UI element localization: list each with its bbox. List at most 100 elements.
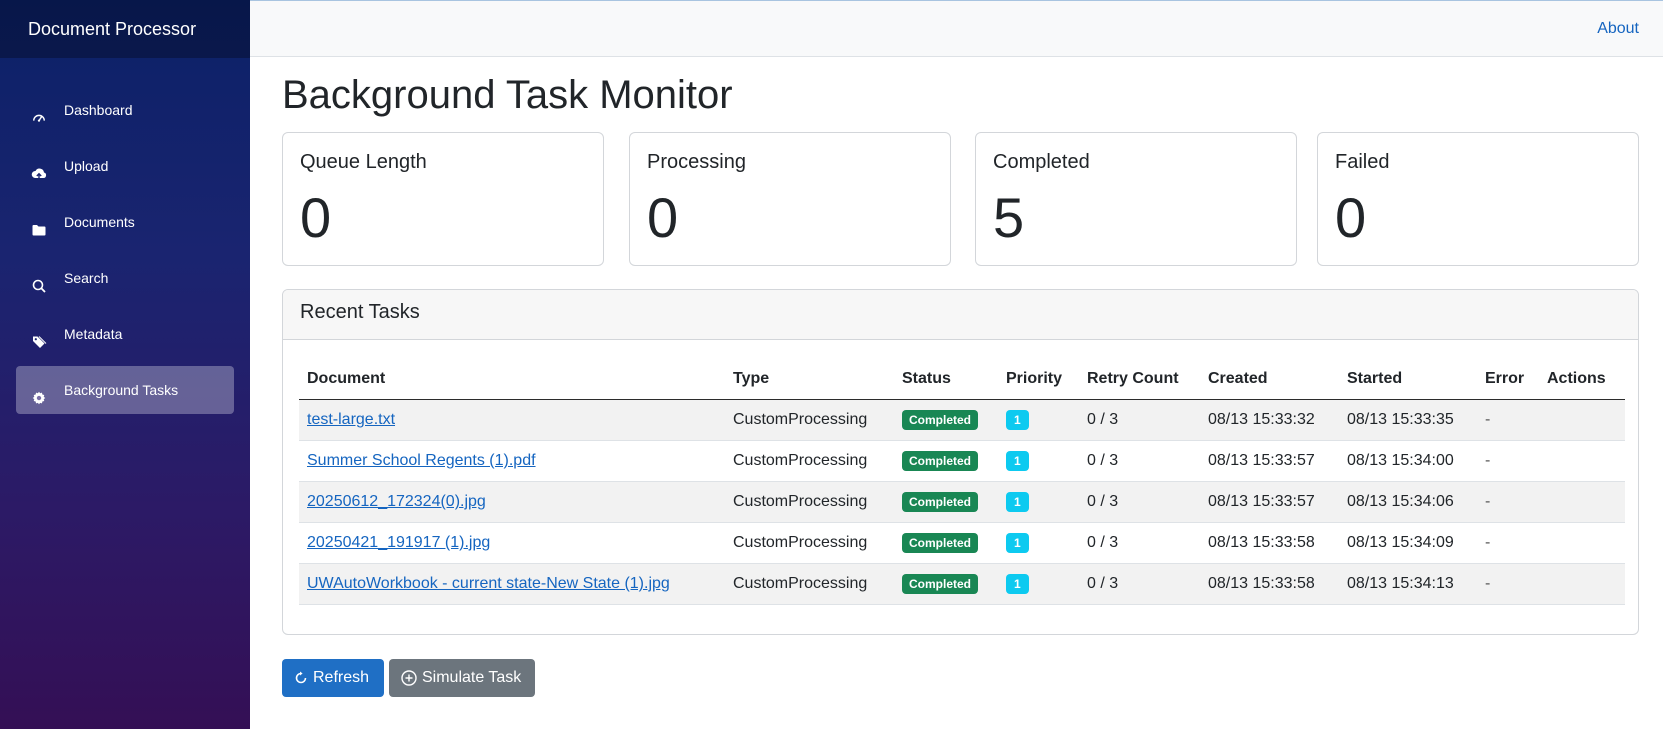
- document-cell: test-large.txt: [299, 399, 725, 441]
- sidebar-item-search[interactable]: Search: [16, 254, 234, 302]
- priority-cell: 1: [998, 563, 1079, 605]
- about-link[interactable]: About: [1597, 20, 1639, 38]
- started-cell: 08/13 15:34:13: [1339, 563, 1477, 605]
- created-cell: 08/13 15:33:32: [1200, 399, 1339, 441]
- column-header[interactable]: Type: [725, 358, 894, 400]
- created-cell: 08/13 15:33:58: [1200, 522, 1339, 564]
- priority-cell: 1: [998, 481, 1079, 523]
- error-cell: -: [1477, 440, 1539, 482]
- column-header[interactable]: Started: [1339, 358, 1477, 400]
- table-row: Summer School Regents (1).pdf CustomProc…: [299, 440, 1625, 482]
- retry-cell: 0 / 3: [1079, 522, 1200, 564]
- refresh-button[interactable]: Refresh: [282, 659, 384, 697]
- status-badge: Completed: [902, 492, 979, 512]
- sidebar: Document Processor Dashboard Upload Docu…: [0, 0, 250, 729]
- speedometer-icon: [31, 110, 47, 126]
- status-badge: Completed: [902, 451, 979, 471]
- status-badge: Completed: [902, 533, 979, 553]
- stat-value: 0: [300, 186, 332, 249]
- tags-icon: [31, 334, 47, 350]
- stat-card-failed: Failed 0: [1317, 132, 1639, 266]
- document-cell: Summer School Regents (1).pdf: [299, 440, 725, 482]
- retry-cell: 0 / 3: [1079, 399, 1200, 441]
- refresh-icon: [295, 671, 307, 684]
- status-cell: Completed: [894, 522, 998, 564]
- document-link[interactable]: UWAutoWorkbook - current state-New State…: [307, 575, 670, 592]
- priority-badge: 1: [1006, 451, 1029, 471]
- priority-cell: 1: [998, 522, 1079, 564]
- priority-badge: 1: [1006, 574, 1029, 594]
- table-row: test-large.txt CustomProcessing Complete…: [299, 399, 1625, 441]
- status-cell: Completed: [894, 440, 998, 482]
- retry-cell: 0 / 3: [1079, 440, 1200, 482]
- sidebar-item-upload[interactable]: Upload: [16, 142, 234, 190]
- type-cell: CustomProcessing: [725, 522, 894, 564]
- sidebar-item-metadata[interactable]: Metadata: [16, 310, 234, 358]
- stat-value: 0: [1335, 186, 1367, 249]
- document-link[interactable]: 20250421_191917 (1).jpg: [307, 534, 490, 551]
- started-cell: 08/13 15:34:06: [1339, 481, 1477, 523]
- stat-card-processing: Processing 0: [629, 132, 951, 266]
- sidebar-item-label: Metadata: [64, 326, 123, 342]
- priority-cell: 1: [998, 399, 1079, 441]
- created-cell: 08/13 15:33:58: [1200, 563, 1339, 605]
- column-header[interactable]: Actions: [1539, 358, 1625, 400]
- table-row: 20250421_191917 (1).jpg CustomProcessing…: [299, 522, 1625, 564]
- type-cell: CustomProcessing: [725, 440, 894, 482]
- document-cell: 20250612_172324(0).jpg: [299, 481, 725, 523]
- column-header[interactable]: Error: [1477, 358, 1539, 400]
- stats-cards: Queue Length 0 Processing 0 Completed 5 …: [282, 132, 1639, 266]
- panel-header: Recent Tasks: [283, 290, 1638, 340]
- document-cell: UWAutoWorkbook - current state-New State…: [299, 563, 725, 605]
- sidebar-item-documents[interactable]: Documents: [16, 198, 234, 246]
- error-cell: -: [1477, 522, 1539, 564]
- sidebar-item-label: Search: [64, 270, 109, 286]
- cloud-upload-icon: [31, 166, 47, 182]
- stat-label: Failed: [1335, 151, 1390, 173]
- page-title: Background Task Monitor: [282, 73, 733, 117]
- column-header[interactable]: Retry Count: [1079, 358, 1200, 400]
- document-link[interactable]: test-large.txt: [307, 411, 395, 428]
- retry-cell: 0 / 3: [1079, 481, 1200, 523]
- document-link[interactable]: 20250612_172324(0).jpg: [307, 493, 486, 510]
- started-cell: 08/13 15:33:35: [1339, 399, 1477, 441]
- simulate-task-button[interactable]: Simulate Task: [389, 659, 535, 697]
- document-link[interactable]: Summer School Regents (1).pdf: [307, 452, 536, 469]
- column-header[interactable]: Created: [1200, 358, 1339, 400]
- column-header[interactable]: Document: [299, 358, 725, 400]
- brand-title[interactable]: Document Processor: [0, 0, 250, 58]
- sidebar-item-dashboard[interactable]: Dashboard: [16, 86, 234, 134]
- plus-circle-icon: [401, 670, 417, 686]
- error-cell: -: [1477, 481, 1539, 523]
- document-cell: 20250421_191917 (1).jpg: [299, 522, 725, 564]
- created-cell: 08/13 15:33:57: [1200, 440, 1339, 482]
- actions-cell: [1539, 481, 1625, 523]
- column-header[interactable]: Priority: [998, 358, 1079, 400]
- recent-tasks-table: Document Type Status Priority Retry Coun…: [299, 358, 1625, 605]
- table-row: 20250612_172324(0).jpg CustomProcessing …: [299, 481, 1625, 523]
- priority-badge: 1: [1006, 492, 1029, 512]
- gear-icon: [31, 390, 47, 406]
- column-header[interactable]: Status: [894, 358, 998, 400]
- actions-cell: [1539, 522, 1625, 564]
- status-cell: Completed: [894, 481, 998, 523]
- panel-title: Recent Tasks: [300, 301, 420, 323]
- priority-badge: 1: [1006, 533, 1029, 553]
- top-navbar: About: [250, 0, 1663, 57]
- stat-card-queue-length: Queue Length 0: [282, 132, 604, 266]
- sidebar-item-label: Background Tasks: [64, 382, 179, 398]
- stat-card-completed: Completed 5: [975, 132, 1297, 266]
- status-badge: Completed: [902, 574, 979, 594]
- recent-tasks-panel: Recent Tasks Document Type Status Priori…: [282, 289, 1639, 635]
- sidebar-nav: Dashboard Upload Documents Search Metada…: [0, 60, 250, 414]
- table-header-row: Document Type Status Priority Retry Coun…: [299, 358, 1625, 400]
- sidebar-item-label: Upload: [64, 158, 109, 174]
- status-cell: Completed: [894, 399, 998, 441]
- error-cell: -: [1477, 563, 1539, 605]
- actions-cell: [1539, 440, 1625, 482]
- type-cell: CustomProcessing: [725, 481, 894, 523]
- simulate-task-label: Simulate Task: [422, 669, 522, 686]
- status-badge: Completed: [902, 410, 979, 430]
- sidebar-item-background-tasks[interactable]: Background Tasks: [16, 366, 234, 414]
- sidebar-item-label: Documents: [64, 214, 135, 230]
